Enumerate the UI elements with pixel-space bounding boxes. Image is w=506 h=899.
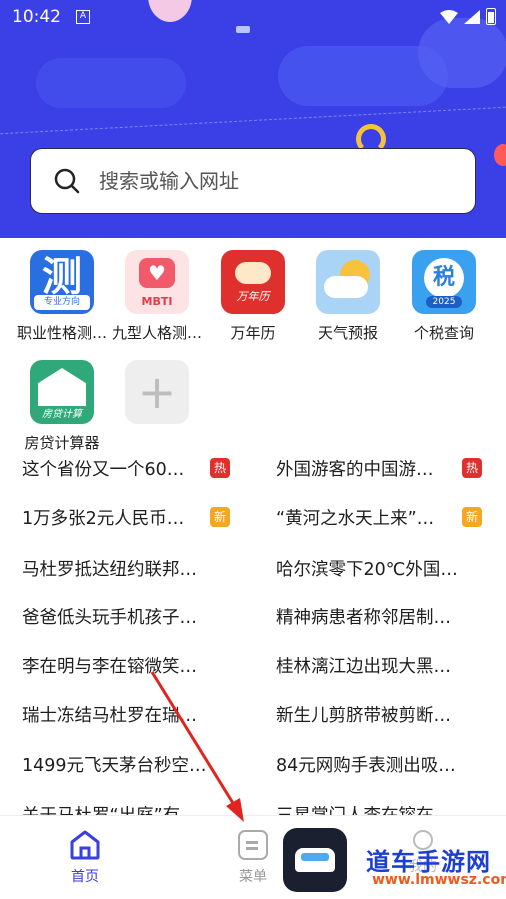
signal-icon — [464, 9, 480, 24]
notification-a-icon: A — [76, 10, 90, 24]
app-name: 职业性格测… — [16, 324, 107, 342]
news-item[interactable]: 精神病患者称邻居制… — [276, 596, 486, 636]
decor-line — [0, 106, 506, 135]
add-app-button[interactable]: + — [109, 360, 205, 460]
app-calendar[interactable]: 万年历 万年历 — [205, 250, 301, 350]
decor-cloud — [36, 58, 186, 108]
nav-home[interactable]: 首页 — [60, 830, 110, 886]
status-time: 10:42 — [12, 7, 61, 27]
news-title: 爸爸低头玩手机孩子… — [22, 607, 197, 628]
nav-home-label: 首页 — [71, 869, 99, 885]
app-weather[interactable]: 天气预报 — [300, 250, 396, 350]
news-title: 新生儿剪脐带被剪断… — [276, 705, 451, 726]
search-icon — [54, 168, 80, 194]
news-item[interactable]: 李在明与李在镕微笑… — [22, 645, 232, 685]
car-icon — [295, 848, 335, 872]
app-name: 九型人格测… — [111, 324, 202, 342]
icon-glyph: 测 — [42, 254, 82, 300]
wifi-icon — [440, 9, 458, 24]
mbti-icon: ♥ MBTI — [125, 250, 189, 314]
new-badge: 新 — [462, 507, 482, 527]
news-title: 1万多张2元人民币… — [22, 508, 185, 529]
news-item[interactable]: 1499元飞天茅台秒空… — [22, 744, 232, 784]
news-title: “黄河之水天上来”… — [276, 508, 435, 529]
news-item[interactable]: 新生儿剪脐带被剪断… — [276, 694, 486, 734]
news-item[interactable]: 桂林漓江边出现大黑… — [276, 645, 486, 685]
watermark-url: www.lmwwsz.com — [372, 872, 506, 888]
icon-caption: 房贷计算 — [42, 409, 82, 420]
battery-icon — [486, 8, 496, 25]
news-item[interactable]: “黄河之水天上来”… 新 — [276, 497, 486, 537]
news-title: 哈尔滨零下20℃外国… — [276, 559, 458, 580]
news-item[interactable]: 马杜罗抵达纽约联邦… — [22, 548, 232, 588]
icon-caption: 万年历 — [236, 290, 270, 303]
news-item[interactable]: 这个省份又一个60… 热 — [22, 448, 232, 488]
hot-badge: 热 — [462, 458, 482, 478]
news-item[interactable]: 1万多张2元人民币… 新 — [22, 497, 232, 537]
news-title: 这个省份又一个60… — [22, 459, 185, 480]
icon-glyph: 税 — [424, 258, 464, 298]
app-enneagram-test[interactable]: ♥ MBTI 九型人格测… — [109, 250, 205, 350]
news-item[interactable]: 爸爸低头玩手机孩子… — [22, 596, 232, 636]
icon-caption: 专业方向 — [34, 295, 90, 310]
news-item[interactable]: 外国游客的中国游… 热 — [276, 448, 486, 488]
search-input[interactable] — [99, 169, 439, 193]
news-title: 外国游客的中国游… — [276, 459, 434, 480]
home-icon — [70, 830, 100, 860]
plus-glyph: + — [137, 365, 177, 419]
news-title: 84元网购手表测出吸… — [276, 755, 456, 776]
app-mortgage-calculator[interactable]: 房贷计算 房贷计算器 — [14, 360, 110, 460]
icon-caption: MBTI — [141, 295, 173, 308]
house-icon: 房贷计算 — [30, 360, 94, 424]
decor-dot — [494, 144, 506, 166]
career-test-icon: 测 专业方向 — [30, 250, 94, 314]
news-item[interactable]: 84元网购手表测出吸… — [276, 744, 486, 784]
status-icons — [440, 8, 496, 25]
heart-icon: ♥ — [139, 258, 175, 288]
icon-caption: 2025 — [426, 296, 462, 308]
search-bar[interactable] — [30, 148, 476, 214]
new-badge: 新 — [210, 507, 230, 527]
plus-icon: + — [125, 360, 189, 424]
cloud-icon — [235, 262, 271, 284]
news-title: 桂林漓江边出现大黑… — [276, 656, 451, 677]
roof-shape — [38, 368, 86, 406]
news-title: 精神病患者称邻居制… — [276, 607, 451, 628]
app-name: 天气预报 — [317, 324, 378, 342]
app-name: 个税查询 — [413, 324, 474, 342]
weather-icon — [316, 250, 380, 314]
hot-badge: 热 — [210, 458, 230, 478]
nav-menu-label: 菜单 — [239, 869, 267, 885]
tax-icon: 税 2025 — [412, 250, 476, 314]
cloud-icon — [324, 276, 368, 298]
app-tax-query[interactable]: 税 2025 个税查询 — [396, 250, 492, 350]
news-title: 李在明与李在镕微笑… — [22, 656, 197, 677]
app-career-test[interactable]: 测 专业方向 职业性格测… — [14, 250, 110, 350]
calendar-icon: 万年历 — [221, 250, 285, 314]
status-bar: 10:42 A — [0, 0, 506, 34]
news-title: 马杜罗抵达纽约联邦… — [22, 559, 197, 580]
news-item[interactable]: 瑞士冻结马杜罗在瑞… — [22, 694, 232, 734]
watermark-logo — [283, 828, 347, 892]
menu-icon — [238, 830, 268, 860]
news-title: 瑞士冻结马杜罗在瑞… — [22, 705, 197, 726]
news-item[interactable]: 哈尔滨零下20℃外国… — [276, 548, 486, 588]
news-title: 1499元飞天茅台秒空… — [22, 755, 207, 776]
app-name: 万年历 — [230, 324, 276, 342]
nav-menu[interactable]: 菜单 — [228, 830, 278, 886]
